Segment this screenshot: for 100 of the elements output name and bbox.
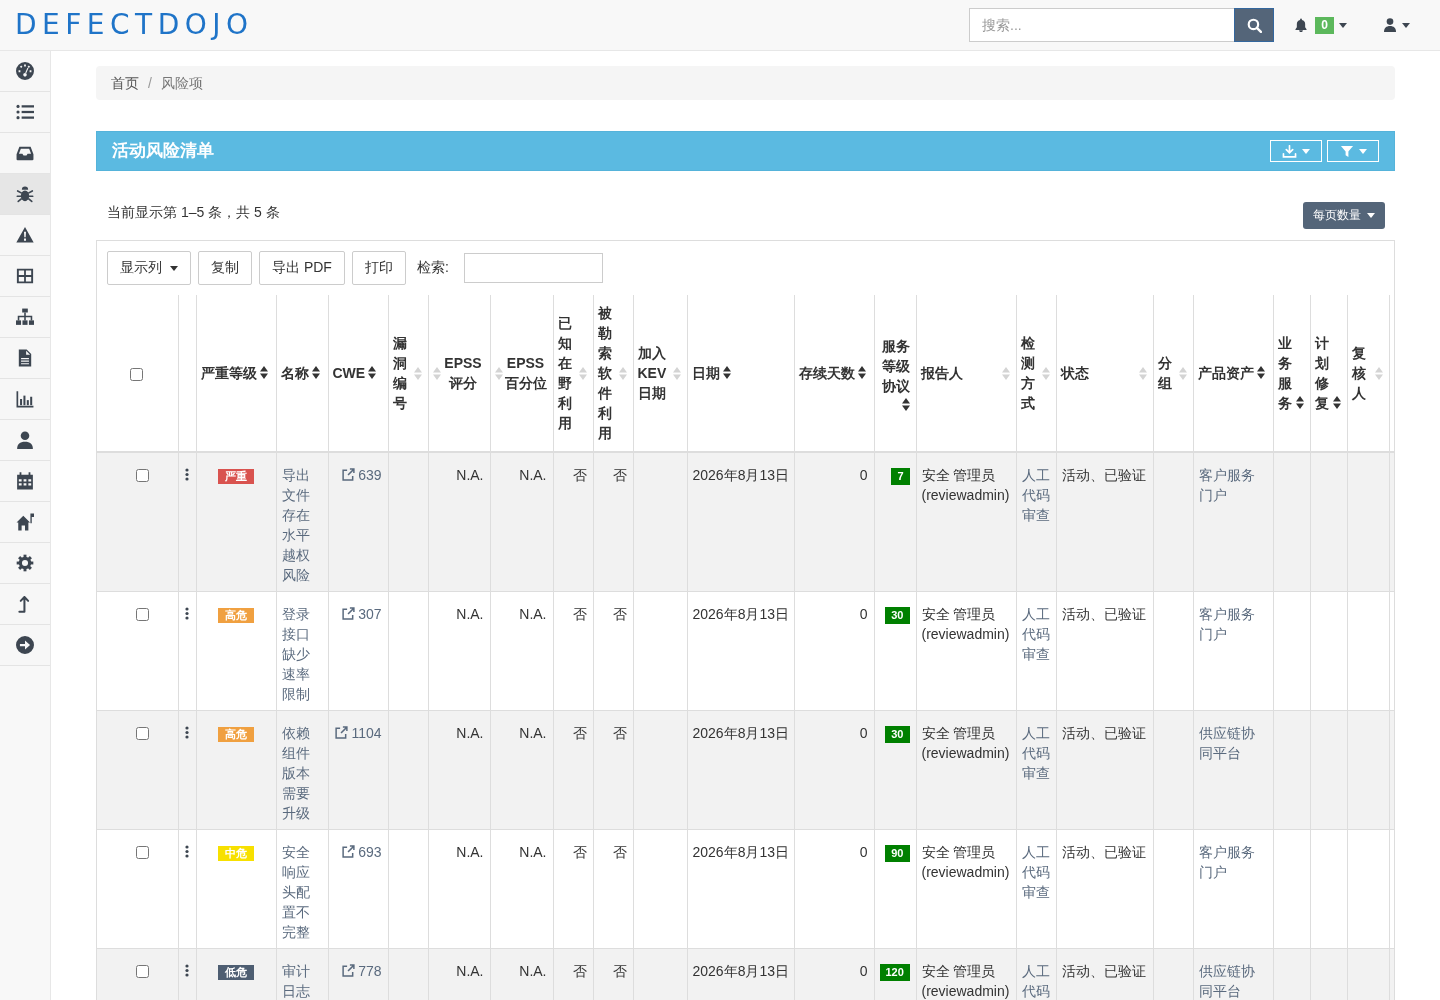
toolbar-button[interactable]: 导出 PDF: [259, 251, 345, 285]
external-link-icon: [342, 845, 356, 858]
finding-link[interactable]: 审计日志: [281, 961, 322, 1000]
epss-score: N.A.: [456, 606, 484, 622]
column-header[interactable]: 产品资产: [1197, 363, 1254, 383]
finding-link[interactable]: 依赖组件版本需要升级: [281, 723, 322, 823]
vertical-dots-icon[interactable]: [185, 845, 189, 858]
column-header: 被勒索软件利用: [597, 304, 613, 443]
column-header: 检测方式: [1020, 334, 1036, 413]
search-field[interactable]: 搜索...: [969, 8, 1234, 42]
toolbar-button[interactable]: 显示列: [107, 251, 191, 285]
gear-icon: [16, 554, 34, 572]
panel-title: 活动风险清单: [112, 141, 214, 161]
breadcrumb-current: 风险项: [160, 74, 203, 92]
bug-icon: [16, 185, 34, 203]
row-checkbox[interactable]: [135, 846, 149, 859]
vertical-dots-icon[interactable]: [185, 468, 189, 481]
reporter-name: 安全 管理员 (reviewadmin): [921, 724, 1010, 763]
finding-date: 2026年8月13日: [692, 725, 789, 741]
reporter-name: 安全 管理员 (reviewadmin): [921, 605, 1010, 644]
column-header[interactable]: 严重等级: [200, 363, 257, 383]
breadcrumb-link[interactable]: 首页: [111, 74, 139, 92]
ransomware-value: 否: [612, 725, 627, 741]
row-checkbox[interactable]: [135, 965, 149, 978]
toolbar-button[interactable]: 打印: [351, 251, 406, 285]
warning-icon: [16, 226, 34, 244]
column-header[interactable]: 名称: [280, 363, 309, 383]
user-menu[interactable]: [1384, 18, 1410, 32]
list-icon: [16, 103, 34, 121]
cwe-link[interactable]: 307: [342, 606, 382, 622]
sort-icon[interactable]: [901, 397, 910, 411]
sort-icon[interactable]: [1256, 366, 1265, 379]
product-link[interactable]: 供应链协同平台: [1198, 723, 1267, 763]
vertical-dots-icon[interactable]: [185, 607, 189, 620]
sort-icon[interactable]: [722, 366, 731, 379]
row-checkbox[interactable]: [135, 469, 149, 482]
search-button[interactable]: [1234, 8, 1274, 42]
detection-method-link[interactable]: 人工代码: [1021, 961, 1050, 1000]
age-days: 0: [859, 963, 868, 979]
detection-method-link[interactable]: 人工代码审查: [1021, 842, 1050, 902]
column-header[interactable]: 服务等级协议: [878, 335, 910, 396]
column-header[interactable]: 存续天数: [798, 363, 855, 383]
sort-icon[interactable]: [1332, 396, 1341, 409]
product-link[interactable]: 供应链协同平台: [1198, 961, 1267, 1000]
caret-icon: [1402, 22, 1410, 28]
cwe-link[interactable]: 639: [342, 467, 382, 483]
select-all-checkbox[interactable]: [129, 367, 143, 381]
vertical-dots-icon[interactable]: [185, 964, 189, 977]
age-days: 0: [859, 725, 868, 741]
severity-badge: 低危: [217, 964, 254, 980]
column-header[interactable]: 业务服务: [1277, 333, 1293, 413]
sidebar-item[interactable]: [0, 174, 50, 215]
finding-date: 2026年8月13日: [692, 467, 789, 483]
caret-icon: [1358, 148, 1367, 154]
page-size-button[interactable]: 每页数量: [1303, 202, 1385, 229]
sort-icon[interactable]: [259, 366, 268, 379]
finding-link[interactable]: 安全响应头配置不完整: [281, 842, 322, 942]
reporter-name: 安全 管理员 (reviewadmin): [921, 843, 1010, 882]
ransomware-value: 否: [612, 606, 627, 622]
logo-wordmark[interactable]: DEFECTDOJO: [15, 11, 254, 39]
column-header: 状态: [1060, 364, 1090, 383]
product-link[interactable]: 客户服务门户: [1198, 604, 1267, 644]
sort-icon[interactable]: [368, 366, 377, 379]
caret-icon: [170, 265, 178, 271]
caret-icon: [1339, 22, 1347, 28]
column-header[interactable]: CWE: [332, 363, 366, 383]
row-checkbox[interactable]: [135, 608, 149, 621]
column-header[interactable]: 日期: [691, 363, 720, 383]
column-header[interactable]: 计划修复: [1314, 333, 1330, 413]
sort-icon[interactable]: [857, 366, 866, 379]
severity-badge: 高危: [217, 607, 254, 623]
finding-link[interactable]: 登录接口缺少速率限制: [281, 604, 322, 704]
cwe-link[interactable]: 778: [342, 963, 382, 979]
table-search-field[interactable]: [463, 253, 603, 283]
status-text: 活动、已验证: [1061, 724, 1146, 743]
row-checkbox[interactable]: [135, 727, 149, 740]
epss-score: N.A.: [456, 844, 484, 860]
inbox-icon: [16, 144, 34, 162]
detection-method-link[interactable]: 人工代码审查: [1021, 465, 1050, 525]
detection-method-link[interactable]: 人工代码审查: [1021, 723, 1050, 783]
sort-icon[interactable]: [1295, 396, 1304, 409]
detection-method-link[interactable]: 人工代码审查: [1021, 604, 1050, 664]
cwe-link[interactable]: 1104: [335, 725, 382, 741]
reporter-name: 安全 管理员 (reviewadmin): [921, 466, 1010, 505]
column-header: 报告人: [920, 364, 964, 383]
product-link[interactable]: 客户服务门户: [1198, 842, 1267, 882]
finding-date: 2026年8月13日: [692, 844, 789, 860]
age-days: 0: [859, 844, 868, 860]
finding-link[interactable]: 导出文件存在水平越权风险: [281, 465, 322, 585]
cwe-link[interactable]: 693: [342, 844, 382, 860]
vertical-dots-icon[interactable]: [185, 726, 189, 739]
document-icon: [16, 349, 34, 367]
status-text: 活动、已验证: [1061, 605, 1146, 624]
epss-score: N.A.: [456, 467, 484, 483]
caret-icon: [1367, 213, 1375, 218]
results-summary: 当前显示第 1–5 条，共 5 条: [107, 203, 280, 222]
severity-badge: 高危: [217, 726, 254, 742]
sort-icon[interactable]: [311, 366, 320, 379]
toolbar-button[interactable]: 复制: [198, 251, 252, 285]
product-link[interactable]: 客户服务门户: [1198, 465, 1267, 505]
